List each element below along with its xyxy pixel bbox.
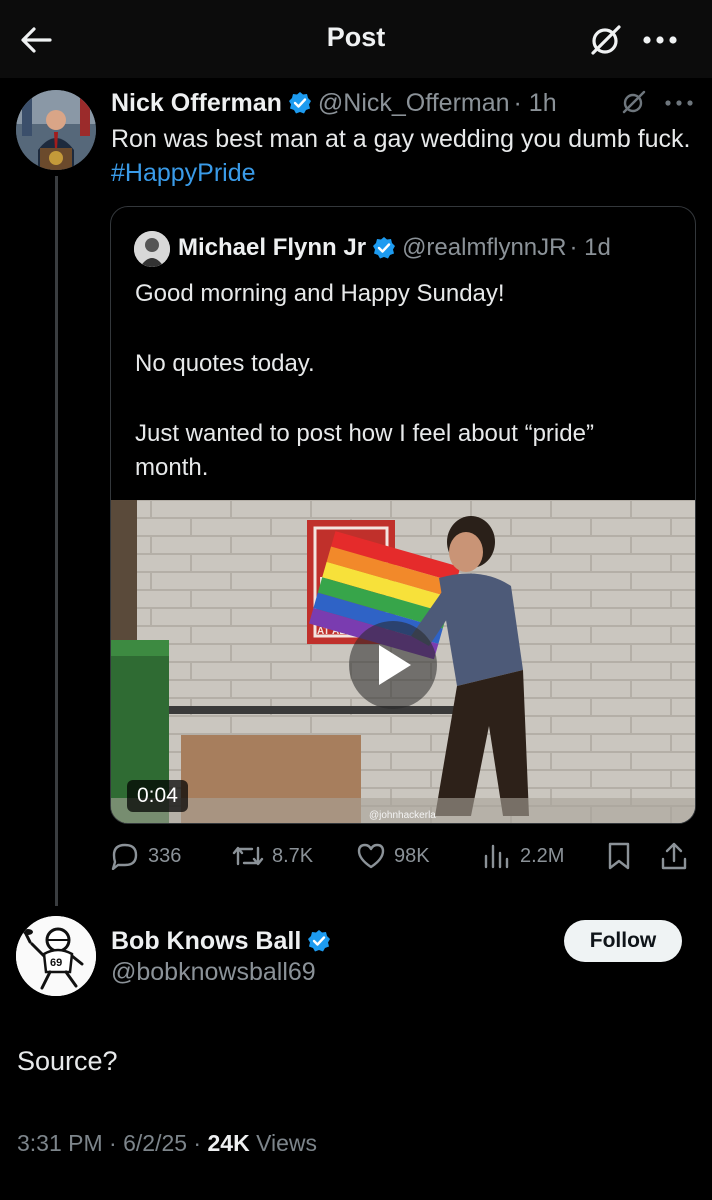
verified-badge-icon xyxy=(307,929,331,953)
author-handle[interactable]: @Nick_Offerman xyxy=(318,89,510,118)
grok-icon xyxy=(622,90,646,114)
post-date: · 6/2/25 · xyxy=(109,1130,202,1156)
views-button[interactable]: 2.2M xyxy=(482,838,564,874)
reply-author-handle[interactable]: @bobknowsball69 xyxy=(111,958,316,987)
reply-button[interactable]: 336 xyxy=(110,838,181,874)
tweet-more-button[interactable] xyxy=(664,96,694,108)
thread-line xyxy=(55,176,58,906)
grok-icon xyxy=(591,25,621,55)
reply-header: Bob Knows Ball xyxy=(111,926,337,956)
follow-button[interactable]: Follow xyxy=(564,920,682,962)
quoted-tweet-text: Good morning and Happy Sunday! No quotes… xyxy=(135,277,675,485)
video-watermark: @johnhackerla xyxy=(369,810,436,821)
quoted-tweet-time: · 1d xyxy=(569,234,611,261)
reply-icon xyxy=(111,843,138,870)
avatar-drawing: 69 xyxy=(16,916,96,996)
post-views-label: Views xyxy=(256,1130,318,1156)
quoted-tweet-header: Michael Flynn Jr @realmflynnJR · 1d xyxy=(178,233,611,263)
views-count: 2.2M xyxy=(520,844,565,867)
share-icon xyxy=(661,842,687,870)
quoted-line-3a: Just wanted to post how I feel about “pr… xyxy=(135,420,594,447)
reply-text: Source? xyxy=(17,1046,118,1076)
main-tweet-header: Nick Offerman @Nick_Offerman · 1h xyxy=(111,88,557,118)
quoted-author-handle[interactable]: @realmflynnJR xyxy=(402,234,566,262)
nick-offerman-avatar[interactable] xyxy=(16,90,96,170)
views-chart-icon xyxy=(484,844,509,869)
follow-label: Follow xyxy=(589,929,657,952)
video-duration: 0:04 xyxy=(137,784,178,807)
post-views-count[interactable]: 24K xyxy=(207,1130,249,1156)
quoted-tweet-card[interactable]: Michael Flynn Jr @realmflynnJR · 1d Good… xyxy=(110,206,696,824)
grok-button[interactable] xyxy=(584,18,628,62)
quoted-line-2: No quotes today. xyxy=(135,350,315,377)
quoted-line-1: Good morning and Happy Sunday! xyxy=(135,280,505,307)
verified-badge-icon xyxy=(288,91,312,115)
repost-count: 8.7K xyxy=(272,844,314,867)
like-button[interactable]: 98K xyxy=(356,838,430,874)
avatar-photo xyxy=(16,90,96,170)
like-count: 98K xyxy=(394,844,430,867)
main-tweet-text: Ron was best man at a gay wedding you du… xyxy=(111,122,701,190)
video-player[interactable]: NO F AT ALL xyxy=(111,500,695,823)
more-options-button[interactable] xyxy=(638,18,682,62)
post-screen: Post Nick Offerman @Nick_Offerman · 1h R… xyxy=(0,0,712,1200)
action-bar: 336 8.7K 98K 2.2M xyxy=(110,838,700,874)
bookmark-icon xyxy=(608,842,630,870)
reply-author-name[interactable]: Bob Knows Ball xyxy=(111,927,301,956)
play-button[interactable] xyxy=(349,621,437,709)
share-button[interactable] xyxy=(660,838,696,874)
reply-count: 336 xyxy=(148,844,182,867)
play-icon xyxy=(379,645,411,685)
post-time: 3:31 PM xyxy=(17,1130,103,1156)
video-duration-badge: 0:04 xyxy=(127,780,188,812)
jersey-number: 69 xyxy=(50,957,62,969)
tweet-time: · 1h xyxy=(513,88,557,117)
quoted-avatar[interactable] xyxy=(134,231,170,267)
verified-badge-icon xyxy=(372,236,396,260)
more-icon xyxy=(665,100,693,106)
tweet-body: Ron was best man at a gay wedding you du… xyxy=(111,125,691,153)
author-name[interactable]: Nick Offerman xyxy=(111,89,282,118)
bookmark-button[interactable] xyxy=(606,838,640,874)
repost-icon xyxy=(232,846,264,866)
quoted-author-name[interactable]: Michael Flynn Jr xyxy=(178,234,366,262)
avatar-photo xyxy=(134,231,170,267)
top-bar: Post xyxy=(0,0,712,78)
post-meta: 3:31 PM · 6/2/25 · 24K Views xyxy=(17,1130,317,1157)
grok-small-button[interactable] xyxy=(620,88,648,116)
quoted-line-3b: month. xyxy=(135,454,209,481)
bob-knows-ball-avatar[interactable]: 69 xyxy=(16,916,96,996)
heart-icon xyxy=(357,843,385,869)
hashtag-link[interactable]: #HappyPride xyxy=(111,159,256,187)
more-icon xyxy=(643,36,677,44)
repost-button[interactable]: 8.7K xyxy=(232,838,313,874)
